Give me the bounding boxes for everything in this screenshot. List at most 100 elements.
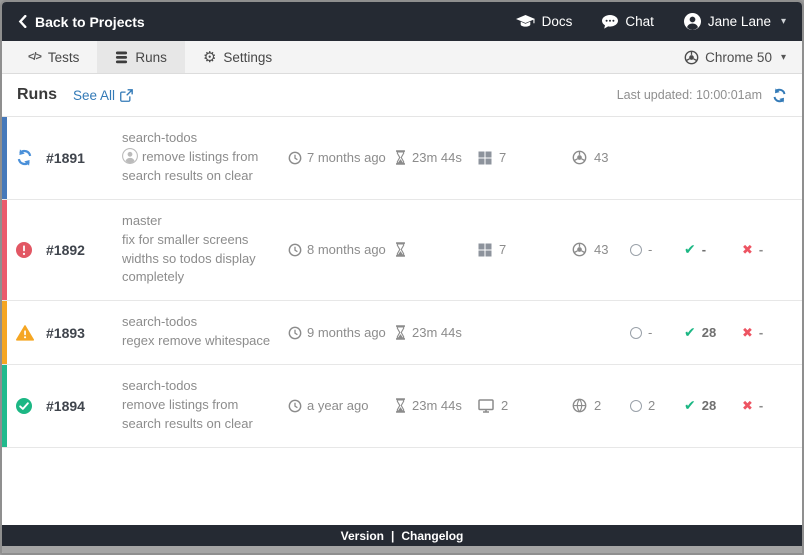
check-icon: ✔: [684, 397, 696, 414]
x-icon: ✖: [742, 242, 753, 258]
time-ago-cell: 9 months ago: [288, 325, 394, 340]
chrome-icon: [684, 50, 699, 65]
caret-down-icon: ▾: [781, 16, 786, 27]
monitor-icon: [478, 399, 494, 413]
duration-cell: [394, 242, 478, 257]
failing-count: -: [759, 398, 763, 413]
back-label: Back to Projects: [35, 14, 145, 30]
commit-info: search-todos regex remove whitespace: [122, 314, 288, 351]
commit-message: remove listings from search results on c…: [122, 148, 278, 186]
branch-name: search-todos: [122, 314, 278, 329]
graduation-cap-icon: [516, 15, 535, 28]
run-row[interactable]: #1892 master fix for smaller screens wid…: [2, 200, 802, 302]
os-cell: 7: [478, 242, 572, 257]
last-updated-text: Last updated: 10:00:01am: [617, 88, 762, 102]
commit-info: search-todos remove listings from search…: [122, 130, 288, 186]
os-count: 2: [501, 398, 508, 413]
failing-count: -: [759, 325, 763, 340]
see-all-link[interactable]: See All: [73, 88, 133, 103]
run-number: #1891: [46, 150, 122, 166]
pending-count: 2: [648, 398, 655, 413]
user-avatar-icon: [684, 13, 701, 30]
clock-icon: [288, 243, 302, 257]
docs-label: Docs: [542, 14, 573, 29]
commit-message-text: remove listings from search results on c…: [122, 149, 258, 183]
content-spacer: [2, 486, 802, 525]
run-row[interactable]: #1894 search-todos remove listings from …: [2, 365, 802, 448]
branch-name: search-todos: [122, 378, 278, 393]
status-strip: [2, 117, 7, 199]
failing-cell: ✖-: [742, 242, 790, 258]
pending-cell: -: [630, 242, 684, 257]
os-cell: 2: [478, 398, 572, 413]
check-icon: ✔: [684, 324, 696, 341]
commit-message: fix for smaller screens widths so todos …: [122, 231, 278, 288]
browser-selector-label: Chrome 50: [705, 50, 772, 65]
run-row[interactable]: #1891 search-todos remove listings from …: [2, 117, 802, 200]
branch-name: search-todos: [122, 130, 278, 145]
runs-header: Runs See All Last updated: 10:00:01am: [2, 74, 802, 117]
user-menu[interactable]: Jane Lane ▾: [684, 13, 786, 30]
app-window: Back to Projects Docs Chat Jane Lane ▾ <…: [0, 0, 804, 555]
code-icon: </>: [28, 51, 41, 63]
chat-link[interactable]: Chat: [602, 14, 654, 29]
status-warning-icon: [16, 325, 34, 341]
tab-settings-label: Settings: [223, 50, 272, 65]
windows-icon: [478, 243, 492, 257]
commit-info: search-todos remove listings from search…: [122, 378, 288, 434]
pending-cell: 2: [630, 398, 684, 413]
hourglass-icon: [394, 398, 407, 413]
status-icon: [16, 398, 32, 414]
tab-runs[interactable]: Runs: [97, 41, 185, 73]
time-ago-cell: 8 months ago: [288, 242, 394, 257]
clock-icon: [288, 151, 302, 165]
commit-message-text: fix for smaller screens widths so todos …: [122, 232, 256, 285]
tab-tests-label: Tests: [48, 50, 80, 65]
status-icon: [16, 242, 32, 258]
tab-tests[interactable]: </> Tests: [10, 41, 97, 73]
chrome-icon: [572, 150, 587, 165]
changelog-link[interactable]: Changelog: [401, 529, 463, 543]
commit-info: master fix for smaller screens widths so…: [122, 213, 288, 288]
duration-text: 23m 44s: [412, 325, 462, 340]
passing-cell: ✔ 28: [684, 324, 742, 341]
check-icon: ✔: [684, 241, 696, 258]
status-strip: [2, 301, 7, 364]
header-right: Last updated: 10:00:01am: [617, 88, 787, 103]
duration-cell: 23m 44s: [394, 398, 478, 413]
version-link[interactable]: Version: [341, 529, 384, 543]
chat-bubble-icon: [602, 15, 618, 29]
user-name: Jane Lane: [708, 14, 771, 29]
browser-count: 2: [594, 398, 601, 413]
passing-cell: ✔28: [684, 397, 742, 414]
tab-settings[interactable]: ⚙ Settings: [185, 41, 290, 73]
browser-selector[interactable]: Chrome 50 ▾: [668, 41, 802, 73]
time-ago-text: 8 months ago: [307, 242, 386, 257]
duration-text: 23m 44s: [412, 398, 462, 413]
run-number: #1892: [46, 242, 122, 258]
passing-count: 28: [702, 325, 716, 340]
chat-label: Chat: [625, 14, 654, 29]
back-to-projects-link[interactable]: Back to Projects: [18, 14, 145, 30]
footer-separator: |: [391, 529, 394, 543]
status-passed-icon: [16, 398, 32, 414]
x-icon: ✖: [742, 325, 753, 341]
status-icon: [16, 325, 34, 341]
browser-cell: 43: [572, 150, 630, 165]
hourglass-icon: [394, 150, 407, 165]
refresh-button[interactable]: [772, 88, 787, 103]
docs-link[interactable]: Docs: [516, 14, 573, 29]
stack-icon: [115, 51, 128, 64]
hourglass-icon: [394, 242, 407, 257]
pending-icon: [630, 244, 642, 256]
branch-name: master: [122, 213, 278, 228]
status-errored-icon: [16, 242, 32, 258]
tab-runs-label: Runs: [135, 50, 167, 65]
run-row[interactable]: #1893 search-todos regex remove whitespa…: [2, 301, 802, 365]
failing-cell: ✖-: [742, 398, 790, 414]
time-ago-cell: 7 months ago: [288, 150, 394, 165]
duration-cell: 23m 44s: [394, 325, 478, 340]
browser-cell: 43: [572, 242, 630, 257]
committer-avatar-icon: [122, 148, 138, 164]
browser-count: 43: [594, 150, 608, 165]
